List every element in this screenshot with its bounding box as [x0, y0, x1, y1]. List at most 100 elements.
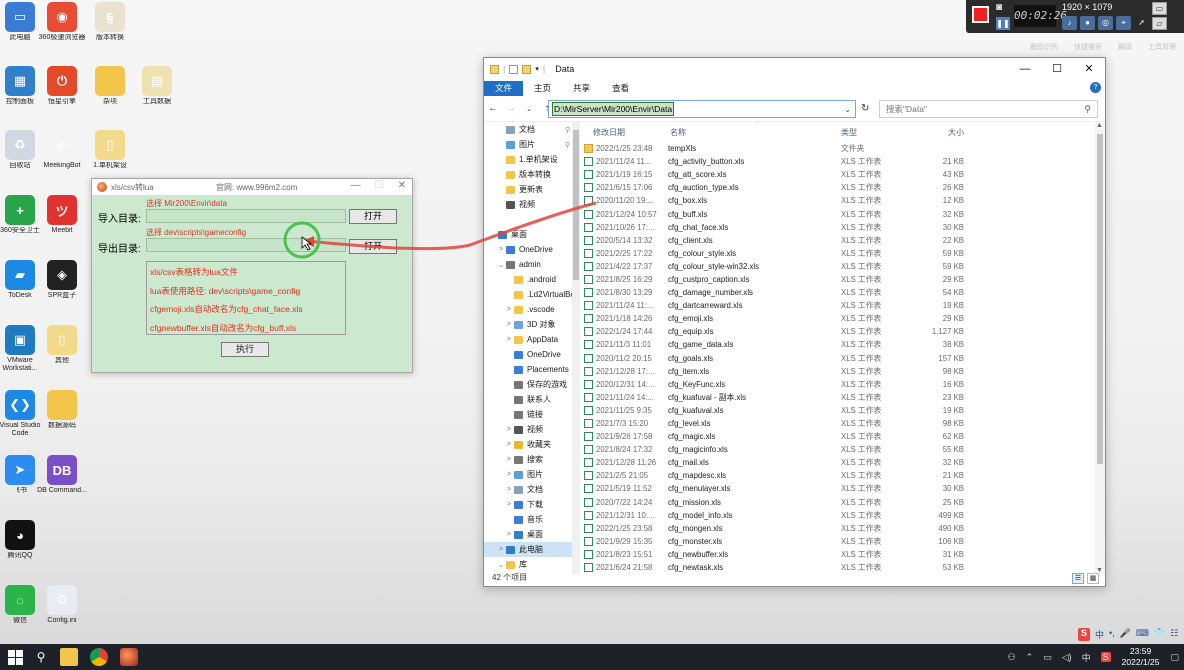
desktop-icon[interactable]: ◉ 360极速浏览器	[36, 2, 88, 50]
nav-pane-item[interactable]: > 视频	[484, 422, 574, 437]
sogou-icon[interactable]: S	[1100, 652, 1111, 662]
minimize-icon[interactable]: —	[1009, 58, 1041, 80]
maximize-icon[interactable]: ☐	[375, 180, 384, 191]
nav-pane-item[interactable]: 联系人	[484, 392, 574, 407]
execute-button[interactable]: 执行	[221, 342, 269, 357]
file-row[interactable]: 2021/8/25 16:29 cfg_custpro_caption.xls XL…	[584, 273, 1096, 286]
scroll-thumb[interactable]	[1097, 134, 1103, 464]
nav-pane-item[interactable]: ⌄ admin	[484, 257, 574, 272]
large-icons-view-icon[interactable]: ▦	[1087, 573, 1099, 584]
desktop-icon[interactable]: 杂项	[84, 66, 136, 114]
file-row[interactable]: 2021/8/23 15:51 cfg_newbuffer.xls XLS 工作表 3…	[584, 548, 1096, 561]
ime-indicator[interactable]: 中	[1082, 651, 1091, 664]
file-row[interactable]: 2021/12/28 11:26 cfg_mail.xls XLS 工作表 32 KB	[584, 456, 1096, 469]
column-size[interactable]: 大小	[912, 127, 968, 138]
export-open-button[interactable]: 打开	[349, 239, 397, 254]
desktop-icon[interactable]: ▯ 1.单机架设	[84, 130, 136, 178]
nav-pane-item[interactable]: >3D 对象	[484, 317, 574, 332]
ime-toolbar-item[interactable]: 中	[1095, 628, 1104, 641]
file-row[interactable]: 2020/11/2 20:15 cfg_goals.xls XLS 工作表 157 K…	[584, 352, 1096, 365]
desktop-icon[interactable]: ◈ SPR盒子	[36, 260, 88, 308]
nav-pane-item[interactable]: 图片 ⚲	[484, 137, 574, 152]
nav-pane-item[interactable]: 链接	[484, 407, 574, 422]
file-row[interactable]: 2021/8/24 17:32 cfg_magicinfo.xls XLS 工作表 5…	[584, 443, 1096, 456]
tab-share[interactable]: 共享	[562, 81, 601, 96]
expand-chevron-icon[interactable]: >	[504, 441, 514, 448]
expand-chevron-icon[interactable]: >	[504, 471, 514, 478]
minimize-icon[interactable]: —	[351, 180, 361, 191]
camera-icon[interactable]: ◙	[996, 2, 1010, 14]
search-icon[interactable]: ⚲	[1084, 101, 1091, 117]
ime-toolbar-item[interactable]: •,	[1109, 628, 1115, 641]
network-icon[interactable]: ▭	[1043, 652, 1052, 663]
expand-chevron-icon[interactable]: >	[504, 456, 514, 463]
file-row[interactable]: 2021/12/31 10:... cfg_model_info.xls XLS 工…	[584, 509, 1096, 522]
nav-pane-item[interactable]: ⌄ 桌面	[484, 227, 574, 242]
desktop-icon[interactable]: ☺ MeekingBot	[36, 130, 88, 178]
file-row[interactable]: 2021/7/3 15:20 cfg_level.xls XLS 工作表 98 KB	[584, 417, 1096, 430]
file-row[interactable]: 2020/7/22 14:24 cfg_mission.xls XLS 工作表 25 …	[584, 496, 1096, 509]
desktop-icon[interactable]: ▯ 其他	[36, 325, 88, 373]
file-row[interactable]: 2021/10/26 17:... cfg_chat_face.xls XLS 工作…	[584, 221, 1096, 234]
close-icon[interactable]: ✕	[1073, 58, 1105, 80]
navigation-pane-scrollbar[interactable]	[572, 122, 580, 574]
tab-home[interactable]: 主页	[523, 81, 562, 96]
nav-pane-item[interactable]: 更新表	[484, 182, 574, 197]
nav-pane-item[interactable]: > 搜索	[484, 452, 574, 467]
clock[interactable]: 23:59 2022/1/25	[1122, 646, 1160, 668]
notification-icon[interactable]: ▢	[1170, 652, 1179, 663]
nav-pane-item[interactable]: > 桌面	[484, 527, 574, 542]
pause-button[interactable]: ❚❚	[996, 17, 1010, 30]
expand-chevron-icon[interactable]: >	[496, 246, 506, 253]
expand-chevron-icon[interactable]: ⌄	[496, 261, 506, 269]
desktop-icon[interactable]: DB DB Command...	[36, 455, 88, 503]
chevron-up-icon[interactable]: ⌃	[1026, 652, 1034, 663]
nav-pane-item[interactable]: > 此电脑	[484, 542, 574, 557]
properties-icon[interactable]	[509, 64, 519, 74]
lua-tool-taskbar-icon[interactable]	[120, 648, 138, 666]
file-row[interactable]: 2021/4/22 17:37 cfg_colour_style-win32.xl…	[584, 260, 1096, 273]
file-row[interactable]: 2021/5/19 11:52 cfg_menulayer.xls XLS 工作表 3…	[584, 482, 1096, 495]
import-open-button[interactable]: 打开	[349, 209, 397, 224]
speaker-icon[interactable]: ♪	[1062, 16, 1077, 30]
expand-chevron-icon[interactable]: >	[504, 336, 514, 343]
rectangle-tool-icon[interactable]: ▭	[1152, 2, 1167, 15]
search-box[interactable]: 搜索"Data" ⚲	[879, 100, 1098, 118]
nav-pane-item[interactable]: 文档 ⚲	[484, 122, 574, 137]
desktop-icon[interactable]: ツ Meebit	[36, 195, 88, 243]
eraser-tool-icon[interactable]: ▱	[1152, 17, 1167, 30]
file-row[interactable]: 2020/5/14 13:32 cfg_client.xls XLS 工作表 22 K…	[584, 234, 1096, 247]
file-row[interactable]: 2021/11/24 11... cfg_activity_button.xls X…	[584, 155, 1096, 168]
file-row[interactable]: 2021/6/15 17:06 cfg_auction_type.xls XLS 工…	[584, 181, 1096, 194]
ime-toolbar-item[interactable]: ⌨	[1136, 628, 1149, 641]
file-row[interactable]: 2021/11/24 11:... cfg_dartcarreward.xls XL…	[584, 299, 1096, 312]
expand-chevron-icon[interactable]: ⌄	[496, 561, 506, 569]
scroll-up-icon[interactable]: ▲	[1096, 122, 1103, 129]
import-dir-input[interactable]	[146, 209, 346, 223]
record-stop-button[interactable]	[972, 6, 989, 23]
people-icon[interactable]: ⚇	[1008, 652, 1016, 663]
scroll-thumb[interactable]	[573, 130, 579, 280]
file-row[interactable]: 2021/11/25 9:35 cfg_kuafuval.xls XLS 工作表 19…	[584, 404, 1096, 417]
forward-arrow-icon[interactable]: →	[502, 103, 520, 114]
nav-pane-item[interactable]: .Ld2VirtualBo	[484, 287, 574, 302]
desktop-icon[interactable]: ⏻ 恒星引擎	[36, 66, 88, 114]
new-folder-icon[interactable]	[522, 64, 532, 74]
file-row[interactable]: 2021/8/30 13:29 cfg_damage_number.xls XLS …	[584, 286, 1096, 299]
expand-chevron-icon[interactable]: >	[504, 306, 514, 313]
column-type[interactable]: 类型	[838, 127, 912, 138]
nav-pane-item[interactable]: .android	[484, 272, 574, 287]
nav-pane-item[interactable]: 视频	[484, 197, 574, 212]
expand-chevron-icon[interactable]: ⌄	[488, 231, 498, 239]
file-row[interactable]: 2021/2/5 21:05 cfg_mapdesc.xls XLS 工作表 21 K…	[584, 469, 1096, 482]
back-arrow-icon[interactable]: ←	[484, 103, 502, 114]
file-row[interactable]: 2020/12/31 14:... cfg_KeyFunc.xls XLS 工作表 1…	[584, 378, 1096, 391]
search-icon[interactable]: ⚲	[32, 648, 50, 666]
address-path[interactable]: D:\MirServer\Mir200\Envir\Data	[552, 102, 675, 116]
ime-toolbar-item[interactable]: 👕	[1154, 628, 1165, 641]
nav-pane-item[interactable]: > .vscode	[484, 302, 574, 317]
expand-chevron-icon[interactable]: >	[504, 486, 514, 493]
nav-pane-item[interactable]: 音乐	[484, 512, 574, 527]
sogou-logo-icon[interactable]: S	[1078, 628, 1091, 641]
nav-pane-item[interactable]: > OneDrive	[484, 242, 574, 257]
